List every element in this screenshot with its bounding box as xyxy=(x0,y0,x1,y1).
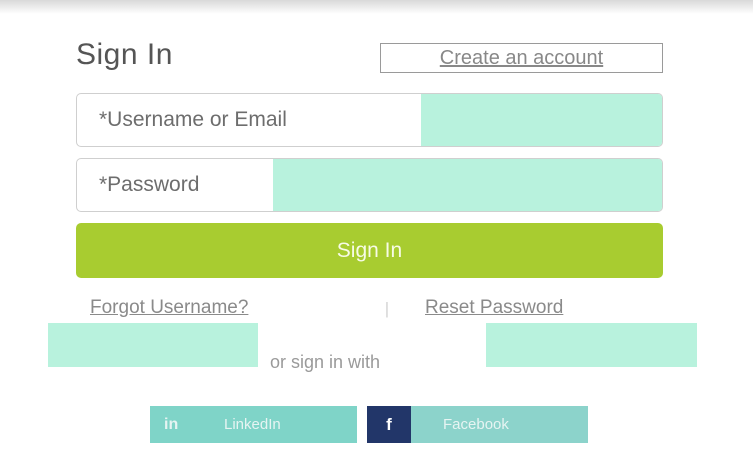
username-placeholder: *Username or Email xyxy=(99,108,287,131)
password-field[interactable]: *Password xyxy=(76,158,663,212)
reset-password-link[interactable]: Reset Password xyxy=(425,297,563,319)
link-separator: | xyxy=(384,299,390,318)
facebook-button[interactable]: f Facebook xyxy=(367,406,588,443)
linkedin-button[interactable]: in LinkedIn xyxy=(150,406,357,443)
facebook-icon: f xyxy=(367,406,411,443)
social-divider-text: or sign in with xyxy=(270,352,381,372)
facebook-label: Facebook xyxy=(443,416,509,433)
password-placeholder: *Password xyxy=(99,173,200,196)
forgot-username-link[interactable]: Forgot Username? xyxy=(90,297,248,319)
linkedin-label: LinkedIn xyxy=(224,416,281,433)
linkedin-icon: in xyxy=(164,416,179,433)
divider-box-right xyxy=(486,323,697,367)
top-strip xyxy=(0,0,753,14)
username-highlight xyxy=(421,94,662,146)
username-field[interactable]: *Username or Email xyxy=(76,93,663,147)
sign-in-button[interactable]: Sign In xyxy=(76,223,663,278)
page-title: Sign In xyxy=(76,38,173,71)
divider-box-left xyxy=(48,323,258,367)
create-account-link[interactable]: Create an account xyxy=(380,43,663,73)
password-highlight xyxy=(273,159,662,211)
